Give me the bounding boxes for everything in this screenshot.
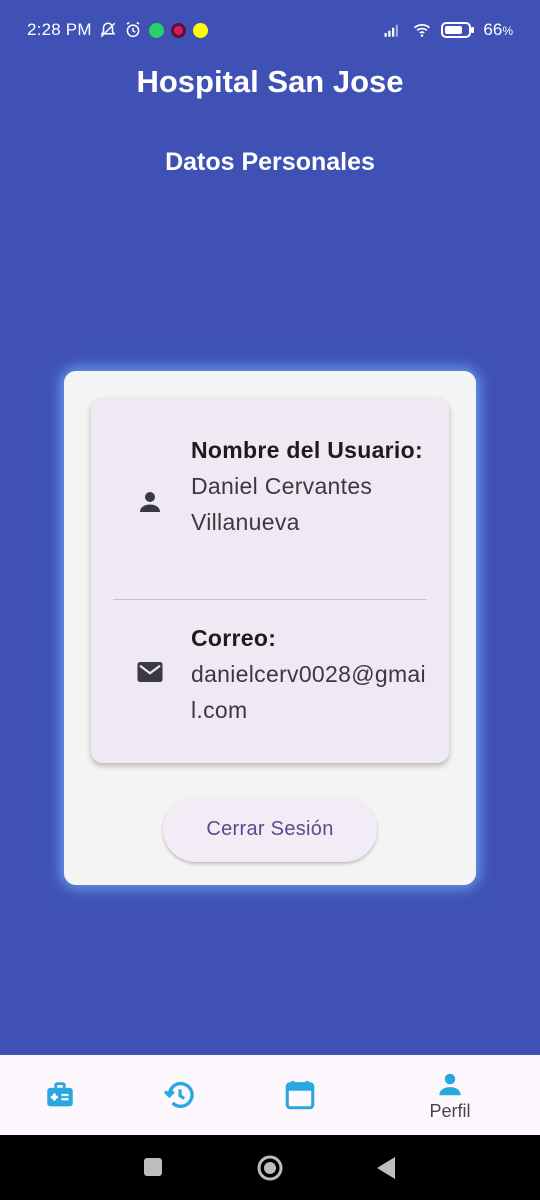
bottom-nav: Perfil bbox=[0, 1055, 540, 1135]
calendar-icon bbox=[285, 1080, 315, 1110]
battery-level: 66 bbox=[483, 20, 503, 39]
app-title: Hospital San Jose bbox=[136, 64, 404, 99]
target-app-icon bbox=[170, 22, 186, 38]
info-card: Nombre del Usuario: Daniel Cervantes Vil… bbox=[91, 398, 449, 763]
mail-icon bbox=[137, 662, 163, 682]
person-icon bbox=[140, 492, 160, 512]
profile-card: Nombre del Usuario: Daniel Cervantes Vil… bbox=[64, 371, 476, 885]
name-value: Daniel Cervantes Villanueva bbox=[191, 473, 373, 535]
email-text: Correo: danielcerv0028@gmail.com bbox=[191, 620, 431, 728]
name-text: Nombre del Usuario: Daniel Cervantes Vil… bbox=[191, 432, 431, 540]
nav-item-history[interactable] bbox=[120, 1055, 240, 1135]
battery-icon bbox=[441, 22, 475, 38]
recents-button[interactable] bbox=[143, 1157, 163, 1177]
history-icon bbox=[163, 1082, 194, 1108]
snapchat-icon bbox=[192, 22, 208, 38]
nav-item-medical[interactable] bbox=[0, 1055, 120, 1135]
name-label: Nombre del Usuario: bbox=[191, 437, 423, 463]
status-right: 66% bbox=[381, 20, 513, 40]
battery-unit: % bbox=[502, 24, 513, 38]
back-button[interactable] bbox=[376, 1156, 396, 1180]
nav-label-perfil: Perfil bbox=[429, 1100, 471, 1121]
name-row: Nombre del Usuario: Daniel Cervantes Vil… bbox=[91, 432, 449, 582]
system-nav-bar bbox=[0, 1135, 540, 1200]
logout-button[interactable]: Cerrar Sesión bbox=[163, 796, 377, 862]
alarm-icon bbox=[126, 21, 140, 38]
signal-icon bbox=[384, 24, 399, 37]
battery-text: 66% bbox=[483, 20, 513, 40]
email-value: danielcerv0028@gmail.com bbox=[191, 661, 426, 723]
wifi-icon bbox=[414, 24, 431, 37]
status-left: 2:28 PM bbox=[27, 20, 208, 40]
nav-item-calendar[interactable] bbox=[240, 1055, 360, 1135]
home-button[interactable] bbox=[256, 1154, 284, 1182]
nav-item-perfil[interactable]: Perfil bbox=[390, 1055, 510, 1135]
profile-nav-icon bbox=[439, 1073, 461, 1095]
medical-kit-icon bbox=[47, 1082, 73, 1107]
section-title: Datos Personales bbox=[165, 148, 375, 176]
email-label: Correo: bbox=[191, 625, 277, 651]
whatsapp-icon bbox=[148, 22, 164, 38]
mute-icon bbox=[100, 22, 116, 38]
email-row: Correo: danielcerv0028@gmail.com bbox=[91, 623, 449, 743]
status-time: 2:28 PM bbox=[27, 20, 92, 39]
status-bar: 2:28 PM 66% bbox=[0, 0, 540, 62]
divider bbox=[113, 599, 427, 600]
